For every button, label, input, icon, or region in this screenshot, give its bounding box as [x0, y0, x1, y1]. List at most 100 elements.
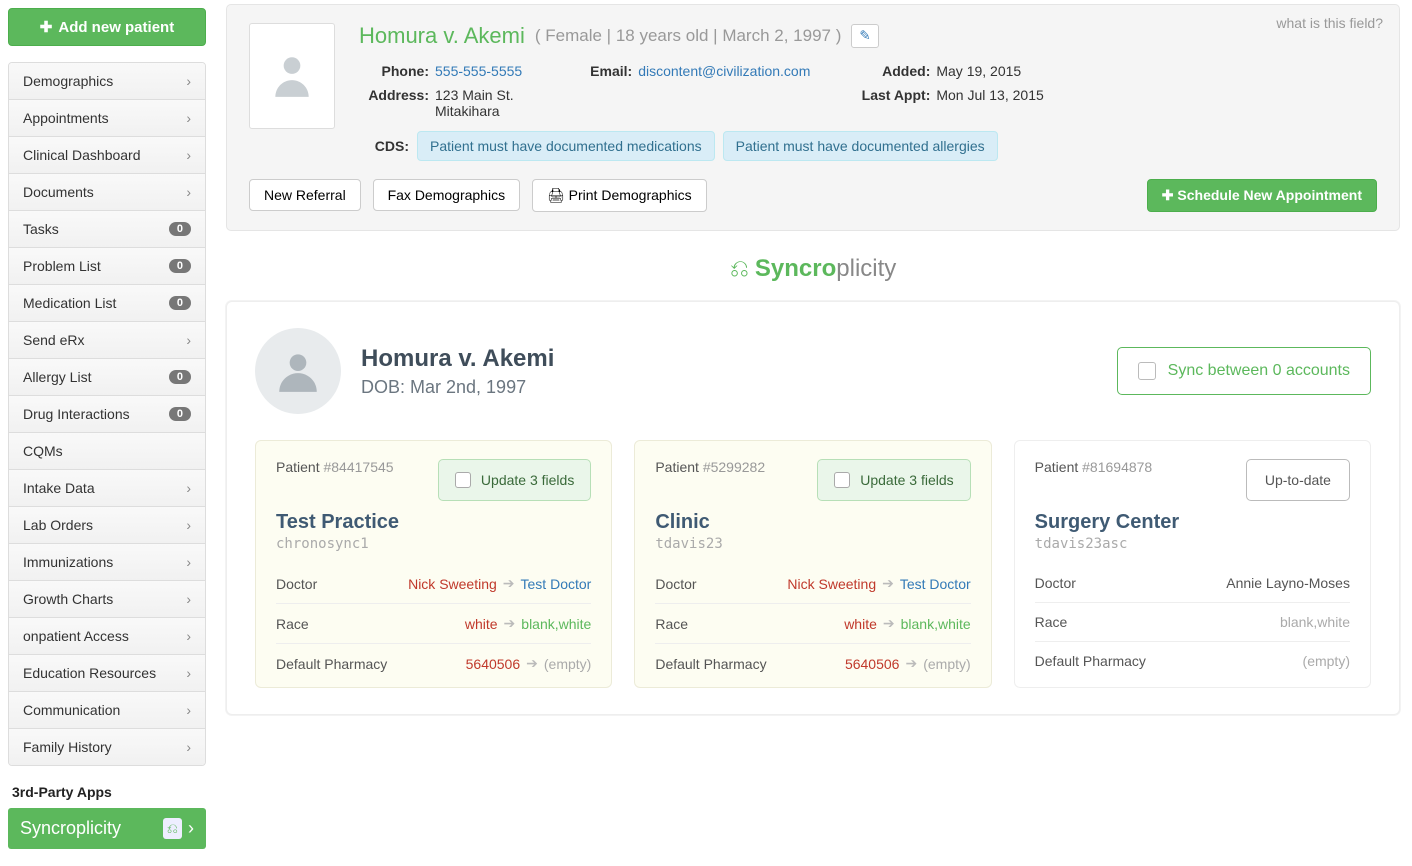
update-fields-button[interactable]: Update 3 fields: [438, 459, 591, 501]
sidebar-item-education-resources[interactable]: Education Resources›: [9, 655, 205, 691]
count-badge: 0: [169, 222, 191, 236]
field-new-value: blank,white: [521, 616, 591, 632]
field-old-value: 5640506: [845, 656, 900, 672]
chevron-right-icon: ›: [186, 739, 191, 755]
patient-name: Homura v. Akemi: [359, 23, 525, 49]
syncroplicity-title: ⎌Syncroplicity: [226, 255, 1400, 283]
field-values: Nick Sweeting➔Test Doctor: [408, 575, 591, 592]
practice-name: Surgery Center: [1035, 511, 1350, 534]
checkbox-icon: [834, 472, 850, 488]
sidebar-item-medication-list[interactable]: Medication List 0: [9, 285, 205, 321]
sidebar-item-send-erx[interactable]: Send eRx›: [9, 322, 205, 358]
patient-email[interactable]: discontent@civilization.com: [638, 63, 810, 79]
field-new-value: (empty): [544, 656, 591, 672]
sync-patient-name: Homura v. Akemi: [361, 345, 554, 373]
sidebar-nav: Demographics›Appointments›Clinical Dashb…: [8, 62, 206, 766]
person-icon: [273, 346, 323, 396]
field-row: Racewhite➔blank,white: [276, 604, 591, 644]
patient-header-panel: what is this field? Homura v. Akemi ( Fe…: [226, 4, 1400, 231]
patient-id: Patient #5299282: [655, 459, 765, 475]
patient-phone[interactable]: 555-555-5555: [435, 63, 522, 79]
chevron-right-icon: ›: [186, 628, 191, 644]
sidebar-item-label: Problem List: [23, 258, 101, 274]
sidebar-item-label: Family History: [23, 739, 112, 755]
sidebar-item-growth-charts[interactable]: Growth Charts ›: [9, 581, 205, 617]
sidebar-item-onpatient-access[interactable]: onpatient Access›: [9, 618, 205, 654]
syncroplicity-label: Syncroplicity: [20, 818, 121, 839]
sidebar-item-demographics[interactable]: Demographics›: [9, 63, 205, 99]
sidebar-item-label: Tasks: [23, 221, 59, 237]
address-line1: 123 Main St.: [435, 87, 514, 103]
practice-username: chronosync1: [276, 536, 591, 552]
schedule-new-appointment-button[interactable]: ✚ Schedule New Appointment: [1147, 179, 1377, 212]
sidebar-item-drug-interactions[interactable]: Drug Interactions 0: [9, 396, 205, 432]
sidebar-item-problem-list[interactable]: Problem List0: [9, 248, 205, 284]
cds-alert-medications[interactable]: Patient must have documented medications: [417, 131, 715, 161]
sidebar-item-label: Drug Interactions: [23, 406, 130, 422]
update-fields-button[interactable]: Update 3 fields: [817, 459, 970, 501]
sidebar-item-label: Communication: [23, 702, 120, 718]
field-name: Default Pharmacy: [1035, 653, 1146, 669]
sidebar-item-allergy-list[interactable]: Allergy List0: [9, 359, 205, 395]
arrow-right-icon: ➔: [526, 655, 538, 672]
sidebar-item-label: Growth Charts: [23, 591, 113, 607]
sidebar-item-intake-data[interactable]: Intake Data ›: [9, 470, 205, 506]
sidebar-item-lab-orders[interactable]: Lab Orders›: [9, 507, 205, 543]
arrow-right-icon: ➔: [504, 615, 516, 632]
field-name: Doctor: [276, 576, 317, 592]
last-appt-date: Mon Jul 13, 2015: [936, 87, 1043, 103]
chevron-right-icon: ›: [186, 554, 191, 570]
sidebar-item-label: Intake Data: [23, 480, 95, 496]
chevron-right-icon: ›: [186, 702, 191, 718]
sync-between-accounts-button[interactable]: Sync between 0 accounts: [1117, 347, 1371, 395]
sidebar-item-clinical-dashboard[interactable]: Clinical Dashboard›: [9, 137, 205, 173]
field-old-value: white: [465, 616, 498, 632]
count-badge: 0: [169, 296, 191, 310]
add-new-patient-button[interactable]: ✚ Add new patient: [8, 8, 206, 46]
field-values: Annie Layno-Moses: [1226, 575, 1350, 591]
sidebar-item-tasks[interactable]: Tasks 0: [9, 211, 205, 247]
sidebar-item-communication[interactable]: Communication ›: [9, 692, 205, 728]
sidebar-syncroplicity-link[interactable]: Syncroplicity ⎌ ›: [8, 808, 206, 849]
cds-alert-allergies[interactable]: Patient must have documented allergies: [723, 131, 998, 161]
field-row: Racewhite➔blank,white: [655, 604, 970, 644]
chevron-right-icon: ›: [186, 591, 191, 607]
sidebar-item-appointments[interactable]: Appointments›: [9, 100, 205, 136]
new-referral-button[interactable]: New Referral: [249, 179, 361, 211]
patient-avatar-placeholder: [249, 23, 335, 129]
sidebar-item-label: Immunizations: [23, 554, 113, 570]
count-badge: 0: [169, 407, 191, 421]
sidebar-item-label: Medication List: [23, 295, 116, 311]
print-demographics-button[interactable]: 🖨 Print Demographics: [532, 179, 707, 212]
sidebar-item-documents[interactable]: Documents›: [9, 174, 205, 210]
pencil-icon: ✎: [859, 28, 870, 43]
syncroplicity-panel: Homura v. Akemi DOB: Mar 2nd, 1997 Sync …: [226, 301, 1400, 715]
added-date: May 19, 2015: [936, 63, 1021, 79]
field-new-value: Test Doctor: [900, 576, 971, 592]
email-label: Email:: [562, 63, 632, 79]
field-name: Default Pharmacy: [276, 656, 387, 672]
plus-icon: ✚: [40, 18, 53, 36]
field-values: Nick Sweeting➔Test Doctor: [787, 575, 970, 592]
sync-card: Patient #84417545Update 3 fieldsTest Pra…: [255, 440, 612, 688]
chevron-right-icon: ›: [186, 480, 191, 496]
what-is-this-field-link[interactable]: what is this field?: [1276, 15, 1383, 31]
edit-patient-button[interactable]: ✎: [851, 24, 878, 48]
address-line2: Mitakihara: [435, 103, 500, 119]
field-old-value: Nick Sweeting: [408, 576, 497, 592]
practice-name: Test Practice: [276, 511, 591, 534]
sidebar-item-immunizations[interactable]: Immunizations ›: [9, 544, 205, 580]
sidebar: ✚ Add new patient Demographics›Appointme…: [0, 0, 214, 857]
field-row: Default Pharmacy (empty): [1035, 642, 1350, 680]
field-values: (empty): [1303, 653, 1350, 669]
field-new-value: Test Doctor: [521, 576, 592, 592]
sidebar-item-family-history[interactable]: Family History ›: [9, 729, 205, 765]
field-name: Doctor: [655, 576, 696, 592]
chevron-right-icon: ›: [188, 818, 194, 839]
patient-id: Patient #81694878: [1035, 459, 1153, 475]
checkbox-icon: [455, 472, 471, 488]
field-old-value: white: [844, 616, 877, 632]
sidebar-item-cqms[interactable]: CQMs: [9, 433, 205, 469]
fax-demographics-button[interactable]: Fax Demographics: [373, 179, 521, 211]
print-icon: 🖨: [547, 187, 565, 203]
